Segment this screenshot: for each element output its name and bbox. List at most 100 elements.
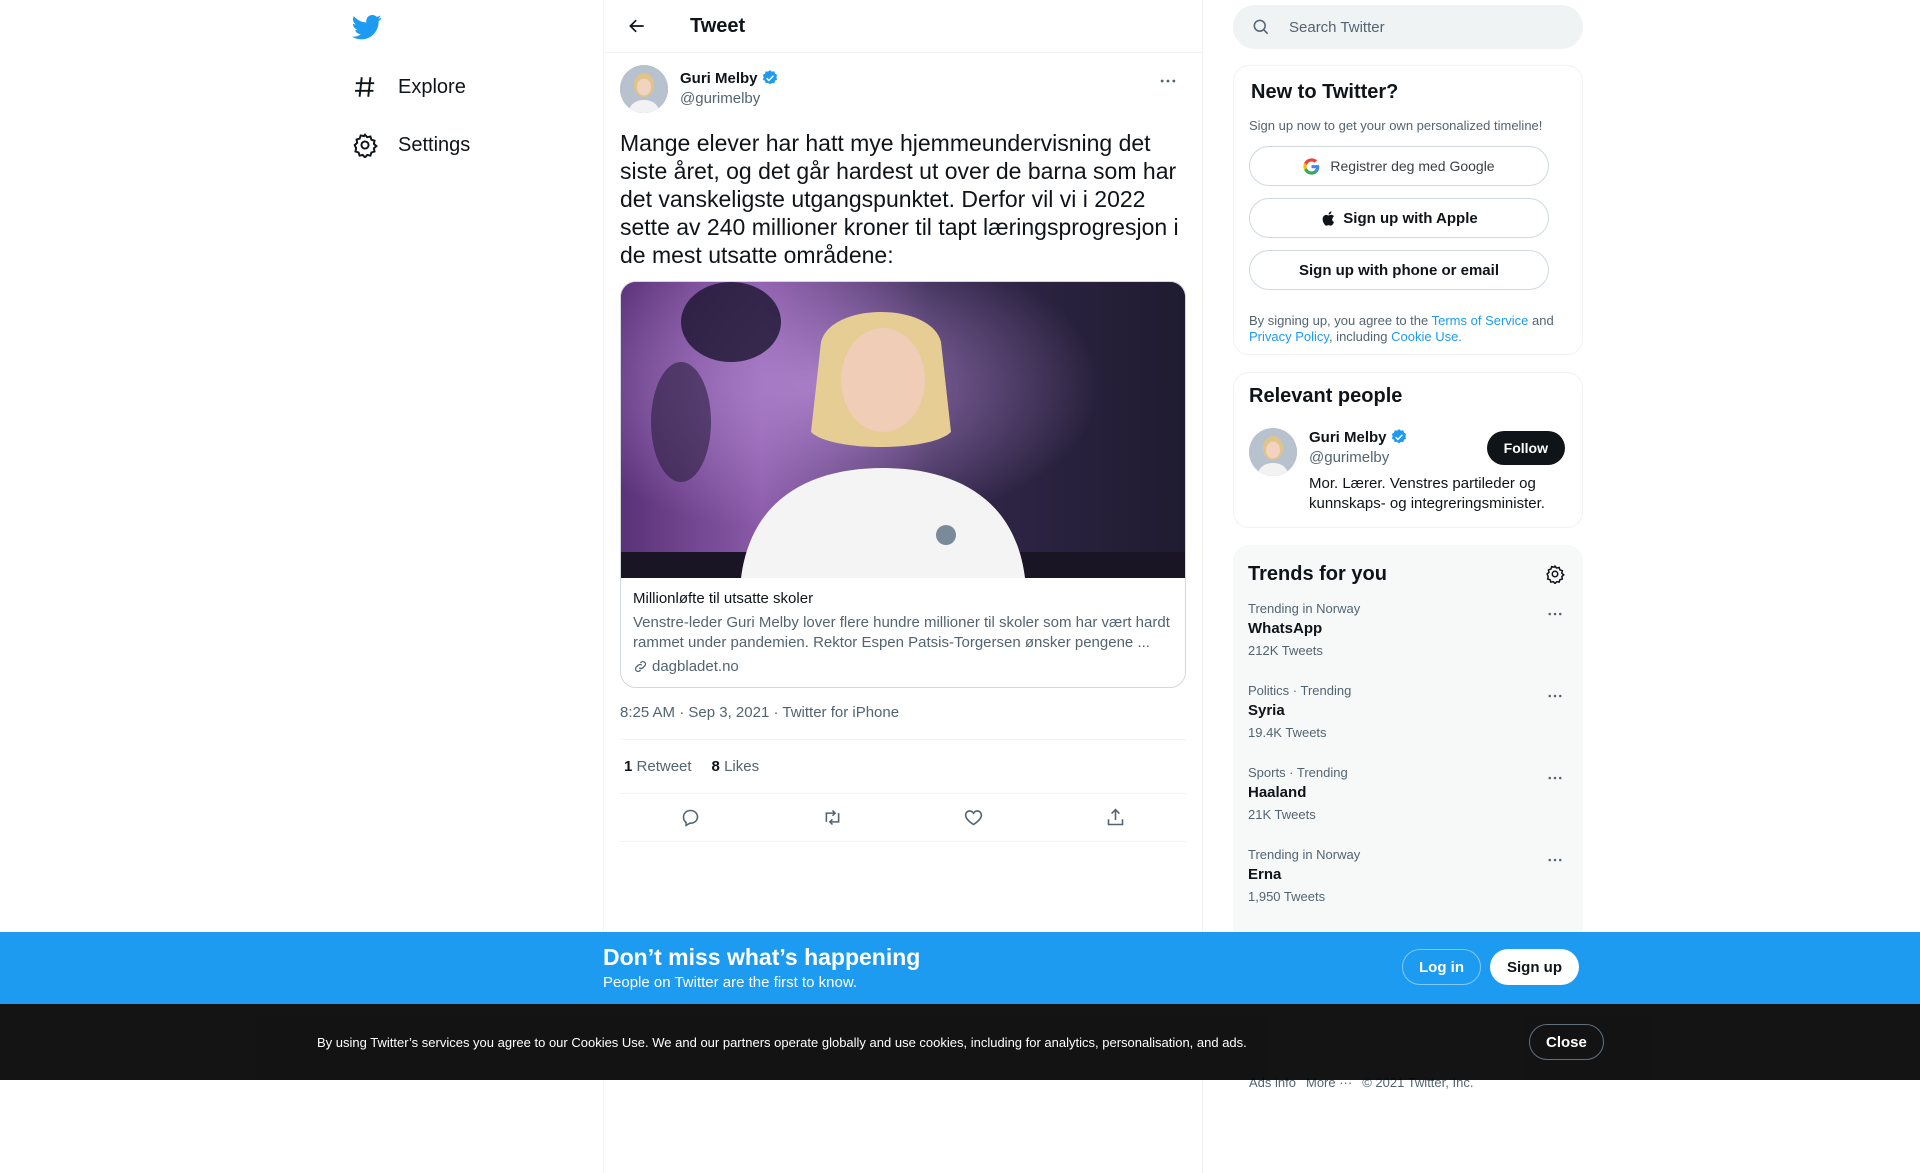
avatar[interactable] [1249,428,1297,476]
hashtag-icon [352,74,378,100]
cookie-close-button[interactable]: Close [1529,1024,1604,1060]
apple-signup-button[interactable]: Sign up with Apple [1249,198,1549,238]
share-button[interactable] [1098,801,1132,835]
signup-banner-subtitle: People on Twitter are the first to know. [603,974,858,991]
trend-context: Trending in Norway [1248,847,1361,862]
trends-panel: Trends for you Trending in Norway WhatsA… [1233,545,1583,945]
signup-banner-headline: Don’t miss what’s happening [603,944,921,970]
retweet-count[interactable]: 1 Retweet [624,758,692,775]
more-dots-icon [1548,776,1562,780]
twitter-bird-icon[interactable] [351,12,382,42]
trend-count: 1,950 Tweets [1248,889,1326,904]
card-domain: dagbladet.no [633,658,1173,675]
relevant-person[interactable]: Guri Melby @gurimelby Mor. Lærer. Venstr… [1249,428,1567,514]
terms-and-text: and [1528,313,1554,328]
phone-email-signup-label: Sign up with phone or email [1298,261,1499,279]
like-button[interactable] [957,801,991,835]
relevant-people-panel: Relevant people Guri Melby @gurimelby Mo… [1233,372,1583,528]
trends-settings-button[interactable] [1542,561,1568,587]
gear-icon [1546,564,1565,584]
terms-text: By signing up, you agree to the [1249,313,1432,328]
tweet-header: Guri Melby @gurimelby [620,65,1186,113]
link-icon [635,661,646,672]
trend-context: Trending in Norway [1248,601,1361,616]
apple-signup-label: Sign up with Apple [1343,209,1478,227]
search-input[interactable] [1289,18,1559,36]
trend-more-button[interactable] [1542,765,1568,791]
link-card[interactable]: Millionløfte til utsatte skoler Venstre-… [620,281,1186,688]
more-dots-icon [1548,612,1562,616]
retweet-button[interactable] [815,801,849,835]
avatar[interactable] [620,65,668,113]
trend-count: 212K Tweets [1248,643,1323,658]
trend-count: 19.4K Tweets [1248,725,1327,740]
trend-context: Politics · Trending [1248,683,1352,698]
card-title: Millionløfte til utsatte skoler [633,590,814,607]
tweet-source[interactable]: Twitter for iPhone [782,704,899,721]
more-dots-icon [1160,79,1176,83]
trend-name: WhatsApp [1248,620,1323,637]
google-signup-label: Registrer deg med Google [1330,158,1495,174]
meta-separator: · [675,704,689,721]
phone-email-signup-button[interactable]: Sign up with phone or email [1249,250,1549,290]
login-button[interactable]: Log in [1402,949,1481,985]
trend-item[interactable]: Trending in Norway WhatsApp 212K Tweets [1248,587,1568,669]
search-bar[interactable] [1233,5,1583,49]
like-label: Likes [724,758,760,775]
google-signup-button[interactable]: Registrer deg med Google [1249,146,1549,186]
trend-name: Syria [1248,702,1285,719]
back-button[interactable] [620,9,654,43]
signup-terms: By signing up, you agree to the Terms of… [1249,313,1567,345]
retweet-icon [825,809,840,826]
tweet: Guri Melby @gurimelby Mange elever har h… [604,65,1202,842]
nav-explore[interactable]: Explore [352,63,466,111]
google-g-icon [1303,157,1320,175]
trend-item[interactable]: Sports · Trending Haaland 21K Tweets [1248,751,1568,833]
card-image [621,282,1185,578]
main-header: Tweet [604,0,1202,53]
relevant-bio: Mor. Lærer. Venstres partileder og kunns… [1309,475,1545,512]
trend-item[interactable]: Politics · Trending Syria 19.4K Tweets [1248,669,1568,751]
relevant-name[interactable]: Guri Melby [1309,429,1387,446]
new-to-twitter-panel: New to Twitter? Sign up now to get your … [1233,65,1583,355]
signup-banner: Don’t miss what’s happening People on Tw… [0,932,1920,1004]
nav-explore-label: Explore [398,75,466,98]
gear-icon [352,132,378,158]
tweet-actions [620,794,1186,842]
reply-icon [682,809,699,827]
panel-subtitle: Sign up now to get your own personalized… [1249,118,1543,133]
panel-title: Relevant people [1249,385,1403,407]
privacy-policy-link[interactable]: Privacy Policy [1249,329,1329,344]
trend-more-button[interactable] [1542,601,1568,627]
nav-settings[interactable]: Settings [352,121,470,169]
trend-more-button[interactable] [1542,847,1568,873]
card-description: Venstre-leder Guri Melby lover flere hun… [633,614,1170,651]
like-count[interactable]: 8 Likes [712,758,760,775]
terms-including-text: , including [1328,329,1392,344]
panel-title: Trends for you [1248,562,1387,585]
tweet-date[interactable]: Sep 3, 2021 [688,704,769,721]
heart-icon [965,810,983,826]
meta-separator: · [769,704,783,721]
tweet-time[interactable]: 8:25 AM [620,704,675,721]
trend-more-button[interactable] [1542,683,1568,709]
cookie-banner-text: By using Twitter’s services you agree to… [317,1035,1247,1050]
card-domain-text: dagbladet.no [652,658,739,675]
author-name[interactable]: Guri Melby [680,70,758,87]
trend-name: Erna [1248,866,1282,883]
trend-context: Sports · Trending [1248,765,1348,780]
follow-button[interactable]: Follow [1486,431,1565,465]
cookie-use-link[interactable]: Cookie Use. [1391,329,1462,344]
more-options-button[interactable] [1154,67,1182,95]
arrow-left-icon [629,19,644,33]
reply-button[interactable] [674,801,708,835]
more-dots-icon [1548,694,1562,698]
verified-badge-icon [762,70,777,85]
like-number: 8 [711,758,720,775]
page-title: Tweet [690,14,746,37]
author-handle[interactable]: @gurimelby [680,90,779,107]
trend-item[interactable]: Trending in Norway Erna 1,950 Tweets [1248,833,1568,915]
terms-of-service-link[interactable]: Terms of Service [1432,313,1529,328]
signup-button[interactable]: Sign up [1490,949,1579,985]
retweet-number: 1 [624,758,633,775]
